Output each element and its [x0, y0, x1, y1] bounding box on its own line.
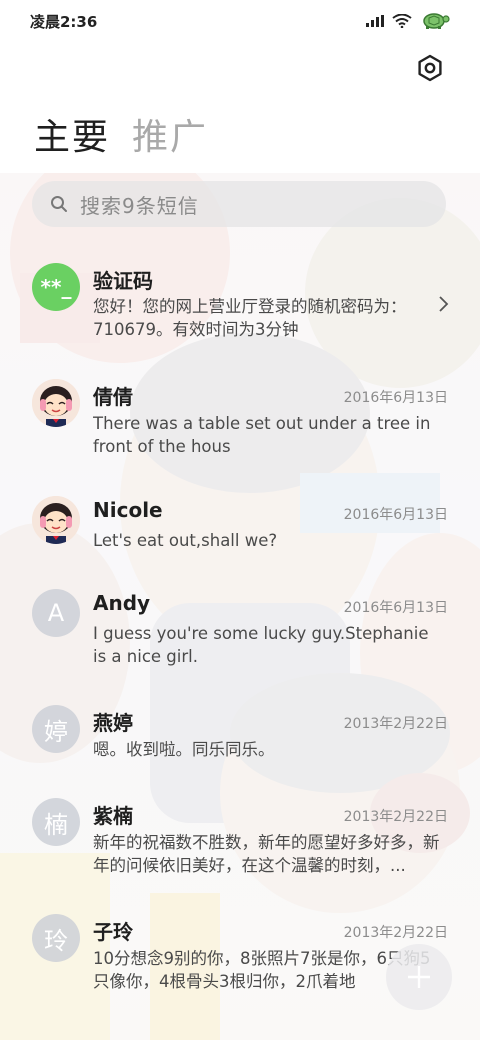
contact-name: 紫楠: [93, 804, 133, 828]
avatar: 玲: [32, 914, 80, 962]
avatar-letter: 玲: [44, 926, 68, 955]
tab-promotions[interactable]: 推广: [132, 108, 208, 160]
tab-bar: 主要 推广: [34, 108, 208, 160]
avatar: **_: [32, 263, 80, 311]
avatar: [32, 496, 80, 544]
compose-button[interactable]: [386, 944, 452, 1010]
tab-primary[interactable]: 主要: [34, 108, 110, 160]
conversation-item[interactable]: Nicole 2016年6月13日 Let's eat out,shall we…: [0, 486, 480, 566]
wifi-icon: [392, 14, 412, 28]
contact-name: 子玲: [93, 920, 133, 944]
contact-name: Nicole: [93, 498, 163, 522]
avatar-illustration: [32, 379, 80, 427]
contact-name: 燕婷: [93, 711, 133, 735]
message-date: 2016年6月13日: [343, 390, 448, 406]
chevron-right-icon[interactable]: [436, 295, 450, 313]
avatar-letter: 婷: [44, 717, 68, 746]
avatar: 婷: [32, 705, 80, 753]
message-preview: I guess you're some lucky guy.Stephanie …: [93, 624, 429, 666]
message-preview: Let's eat out,shall we?: [93, 531, 278, 550]
message-date: 2013年2月22日: [343, 925, 448, 941]
avatar-letter: 楠: [44, 810, 68, 839]
search-placeholder: 搜索9条短信: [80, 193, 199, 218]
message-preview: 新年的祝福数不胜数，新年的愿望好多好多，新年的问候依旧美好，在这个温馨的时刻，.…: [93, 833, 440, 875]
message-date: 2016年6月13日: [343, 507, 448, 523]
avatar-text: **_: [40, 275, 72, 299]
status-bar: 凌晨2:36: [0, 0, 480, 42]
contact-name: 倩倩: [93, 385, 133, 409]
message-preview: There was a table set out under a tree i…: [93, 414, 431, 456]
status-time: 凌晨2:36: [30, 12, 98, 31]
avatar: 楠: [32, 798, 80, 846]
avatar: A: [32, 589, 80, 637]
avatar-letter: A: [47, 599, 65, 627]
conversation-item[interactable]: 楠 紫楠 2013年2月22日 新年的祝福数不胜数，新年的愿望好多好多，新年的问…: [0, 788, 480, 888]
search-icon: [51, 196, 67, 212]
message-date: 2013年2月22日: [343, 809, 448, 825]
conversation-list-area[interactable]: 搜索9条短信 **_ 验证码 您好！您的网上营业厅登录的随机密码为：710679…: [0, 173, 480, 1040]
conversation-item[interactable]: 婷 燕婷 2013年2月22日 嗯。收到啦。同乐同乐。: [0, 695, 480, 775]
message-preview: 您好！您的网上营业厅登录的随机密码为：710679。有效时间为3分钟: [93, 297, 407, 339]
conversation-item[interactable]: A Andy 2016年6月13日 I guess you're some lu…: [0, 579, 480, 679]
message-preview: 嗯。收到啦。同乐同乐。: [93, 740, 275, 759]
status-icons: [366, 12, 450, 30]
settings-icon[interactable]: [416, 54, 444, 82]
search-bar[interactable]: 搜索9条短信: [32, 181, 446, 227]
contact-name: 验证码: [93, 269, 153, 293]
message-date: 2016年6月13日: [343, 600, 448, 616]
avatar: [32, 379, 80, 427]
conversation-item[interactable]: 倩倩 2016年6月13日 There was a table set out …: [0, 369, 480, 469]
message-date: 2013年2月22日: [343, 716, 448, 732]
plus-icon: [408, 966, 430, 988]
avatar-illustration: [32, 496, 80, 544]
contact-name: Andy: [93, 591, 151, 615]
signal-icon: [366, 15, 384, 27]
battery-turtle-icon: [423, 13, 450, 29]
conversation-item[interactable]: **_ 验证码 您好！您的网上营业厅登录的随机密码为：710679。有效时间为3…: [0, 253, 480, 353]
